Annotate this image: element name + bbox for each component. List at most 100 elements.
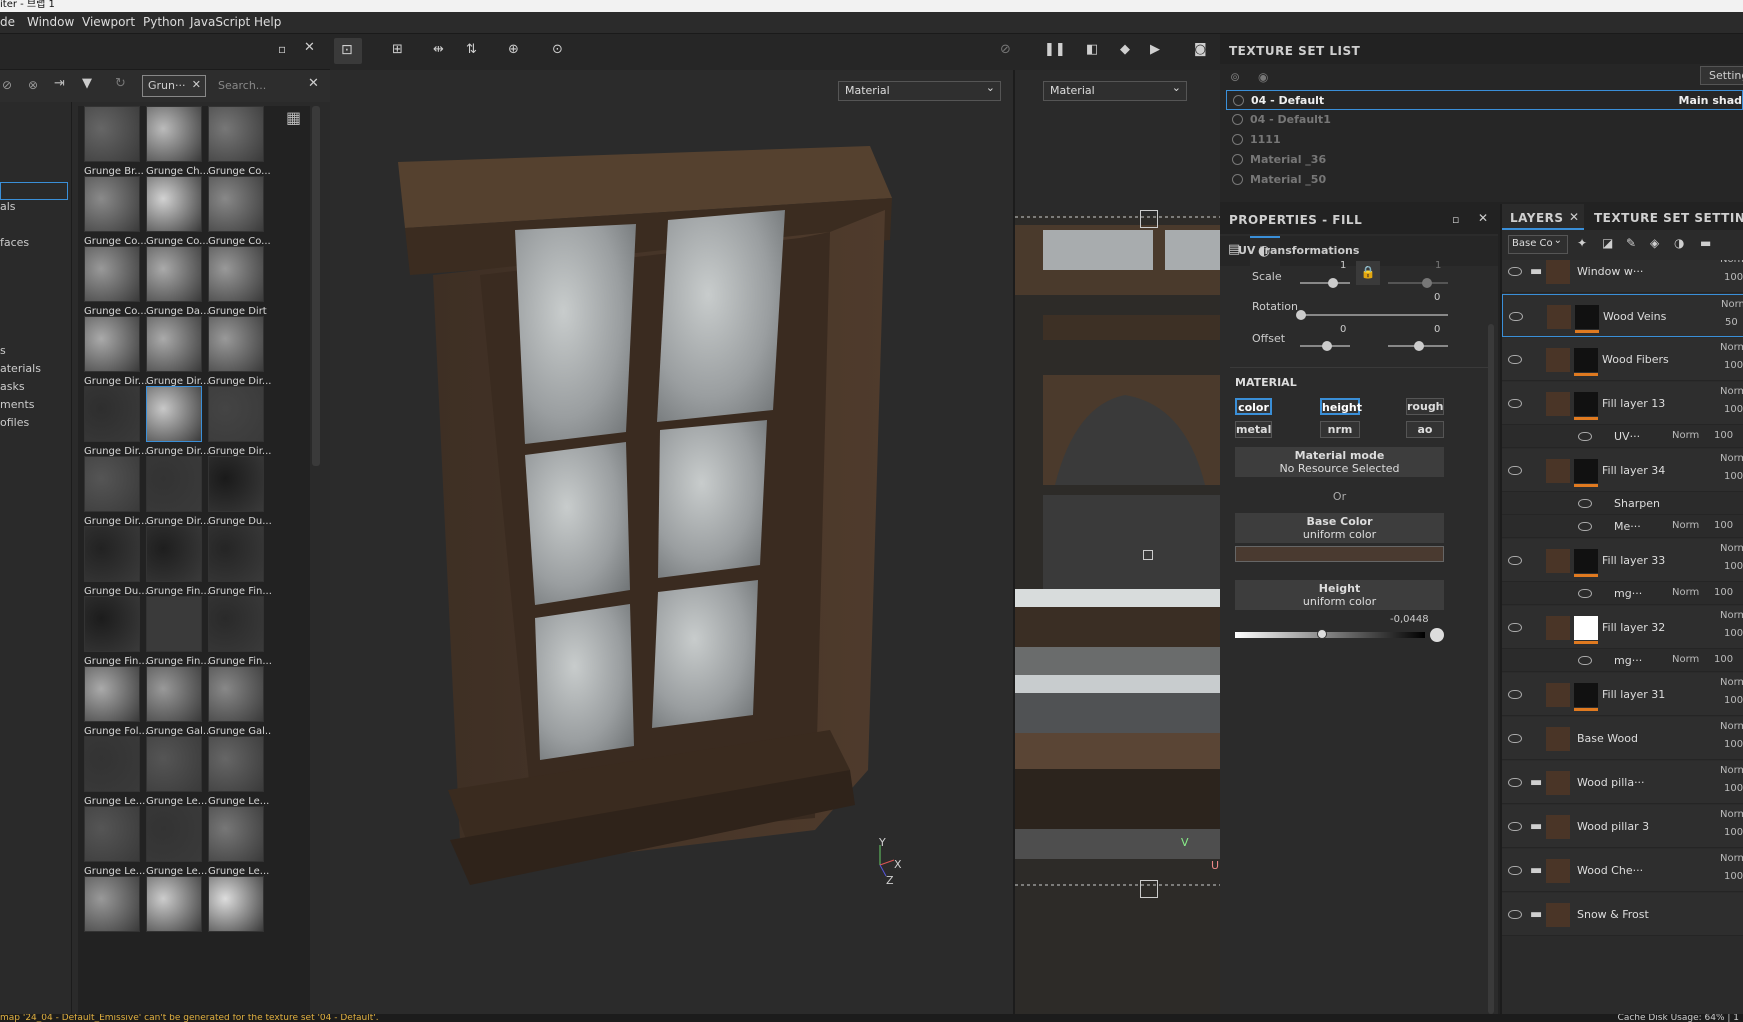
eye-icon[interactable] xyxy=(1578,589,1592,598)
channel-select[interactable]: Base Co xyxy=(1508,235,1568,254)
slider-knob[interactable] xyxy=(1422,278,1432,288)
layer-effect-row[interactable]: mg··· Norm 100 xyxy=(1502,583,1743,605)
resource-tile[interactable]: Grunge Dir... xyxy=(78,316,147,394)
eye-icon[interactable] xyxy=(1508,398,1522,408)
category-item[interactable]: als xyxy=(0,200,16,213)
category-item[interactable]: faces xyxy=(0,236,29,249)
layer-effect-row[interactable]: Me··· Norm 100 xyxy=(1502,516,1743,538)
blend-mode[interactable]: Norm xyxy=(1720,610,1743,621)
slider-knob[interactable] xyxy=(1296,310,1306,320)
mirror-icon[interactable]: ⇅ xyxy=(466,42,477,57)
category-item[interactable]: aterials xyxy=(0,362,41,375)
resource-tile[interactable] xyxy=(202,876,264,954)
eye-icon[interactable] xyxy=(1232,134,1243,145)
layer-row[interactable]: ▬ Window w··· Norm 100 xyxy=(1502,260,1743,293)
layer-opacity[interactable]: 100 xyxy=(1724,471,1743,482)
resource-tile[interactable]: Grunge Fin... xyxy=(140,526,210,604)
rotation-slider[interactable] xyxy=(1296,310,1448,320)
channel-rough-button[interactable]: rough xyxy=(1406,398,1444,415)
base-color-slot[interactable]: Base Color uniform color xyxy=(1235,513,1444,543)
category-item[interactable]: ofiles xyxy=(0,416,29,429)
resource-tile[interactable]: Grunge Fin... xyxy=(78,596,148,674)
uv-section-title[interactable]: UV transformations xyxy=(1238,244,1359,257)
eye-icon[interactable] xyxy=(1578,499,1592,508)
fill-icon[interactable]: ◈ xyxy=(1650,236,1659,250)
blend-mode[interactable]: Norm xyxy=(1720,453,1743,464)
resource-tile[interactable]: Grunge Fin... xyxy=(202,526,272,604)
blend-mode[interactable]: Norm xyxy=(1720,677,1743,688)
uv-handle-center[interactable] xyxy=(1143,550,1153,560)
offset-slider-2[interactable] xyxy=(1388,341,1448,351)
settings-button[interactable]: Setting xyxy=(1700,66,1743,85)
mask-thumbnail[interactable] xyxy=(1575,304,1599,329)
mask-thumbnail[interactable] xyxy=(1574,391,1598,416)
slider-knob[interactable] xyxy=(1322,341,1332,351)
hide-icon[interactable]: ⊘ xyxy=(2,78,12,92)
shelf-scrollbar[interactable] xyxy=(312,106,320,466)
blend-mode[interactable]: Norm xyxy=(1720,386,1743,397)
blend-mode[interactable]: Norm xyxy=(1720,260,1743,265)
layer-row[interactable]: Wood Fibers Norm 100 xyxy=(1502,338,1743,381)
layer-row[interactable]: Base Wood Norm 100 xyxy=(1502,717,1743,760)
search-input[interactable]: Search... xyxy=(214,76,300,96)
layer-opacity[interactable]: 100 xyxy=(1724,628,1743,639)
folder-icon[interactable]: ▬ xyxy=(1530,907,1542,922)
channel-nrm-button[interactable]: nrm xyxy=(1320,421,1360,438)
layer-row[interactable]: Fill layer 33 Norm 100 xyxy=(1502,539,1743,582)
resource-tile[interactable]: Grunge Du... xyxy=(202,456,272,534)
eye-icon[interactable] xyxy=(1508,689,1522,699)
scale-slider[interactable] xyxy=(1300,278,1350,288)
blend-mode[interactable]: Norm xyxy=(1720,342,1743,353)
layer-opacity[interactable]: 100 xyxy=(1724,360,1743,371)
close-icon[interactable]: ✕ xyxy=(1478,211,1489,225)
layer-row[interactable]: Fill layer 34 Norm 100 xyxy=(1502,449,1743,492)
hide-icon[interactable]: ⊘ xyxy=(1000,42,1011,57)
paint-icon[interactable]: ✎ xyxy=(1626,236,1636,250)
category-item[interactable]: asks xyxy=(0,380,25,393)
eye-icon[interactable] xyxy=(1578,522,1592,531)
eye-icon[interactable] xyxy=(1232,114,1243,125)
scale-slider-2[interactable] xyxy=(1388,278,1448,288)
menu-item-edit[interactable]: de xyxy=(0,15,15,29)
channel-metal-button[interactable]: metal xyxy=(1235,421,1272,438)
clear-search-icon[interactable]: ✕ xyxy=(308,76,319,91)
resource-tile[interactable]: Grunge Le... xyxy=(78,806,145,884)
eye-icon[interactable] xyxy=(1578,432,1592,441)
resource-tile[interactable]: Grunge Le... xyxy=(140,806,207,884)
layer-row[interactable]: Fill layer 13 Norm 100 xyxy=(1502,382,1743,425)
offset-slider[interactable] xyxy=(1300,341,1350,351)
uv-handle-bottom[interactable] xyxy=(1140,880,1158,898)
resource-tile[interactable]: Grunge Le... xyxy=(202,806,269,884)
symmetry-icon[interactable]: ⇹ xyxy=(433,42,444,57)
filter-chip[interactable]: Grun··· ✕ xyxy=(142,75,206,97)
texture-set-row[interactable]: Material _36 xyxy=(1226,150,1743,170)
folder-icon[interactable]: ▬ xyxy=(1530,775,1542,790)
eye-icon[interactable] xyxy=(1508,465,1522,475)
eye-icon[interactable] xyxy=(1578,656,1592,665)
lock-icon[interactable]: 🔒 xyxy=(1356,261,1380,285)
base-color-swatch[interactable] xyxy=(1235,546,1444,562)
texture-set-row[interactable]: 04 - Default Main shad xyxy=(1226,90,1743,110)
mask-thumbnail[interactable] xyxy=(1574,548,1598,573)
menu-item-viewport[interactable]: Viewport xyxy=(82,15,135,29)
folder-icon[interactable]: ▬ xyxy=(1530,819,1542,834)
resource-tile[interactable]: Grunge Co... xyxy=(202,106,271,184)
eye-icon[interactable] xyxy=(1508,733,1522,743)
menu-item-python[interactable]: Python xyxy=(143,15,185,29)
grid-view-icon[interactable]: ▦ xyxy=(286,108,301,127)
smart-material-icon[interactable]: ◑ xyxy=(1674,236,1684,250)
eye-icon[interactable]: ◉ xyxy=(1258,70,1268,84)
resource-tile[interactable]: Grunge Fin... xyxy=(202,596,272,674)
channel-color-button[interactable]: color xyxy=(1235,398,1272,415)
tab-texture-set-settings[interactable]: TEXTURE SET SETTIN xyxy=(1586,204,1743,230)
resource-tile[interactable]: Grunge Co... xyxy=(78,176,147,254)
resource-tile[interactable]: Grunge Da... xyxy=(140,246,210,324)
layer-opacity[interactable]: 100 xyxy=(1714,430,1733,441)
resource-tile[interactable]: Grunge Dir... xyxy=(140,386,209,464)
resource-tile[interactable] xyxy=(78,876,140,954)
layer-opacity[interactable]: 100 xyxy=(1724,404,1743,415)
layer-opacity[interactable]: 100 xyxy=(1714,520,1733,531)
refresh-icon[interactable]: ↻ xyxy=(115,76,126,91)
texture-set-row[interactable]: 04 - Default1 xyxy=(1226,110,1743,130)
resource-tile[interactable]: Grunge Le... xyxy=(78,736,145,814)
